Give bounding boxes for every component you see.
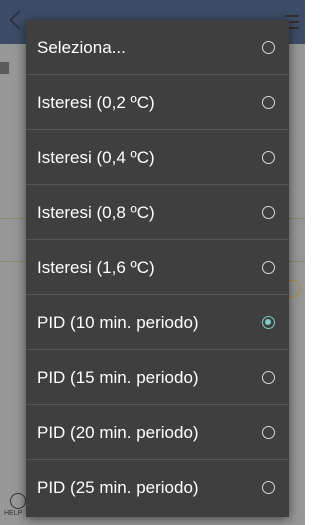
option-label: PID (20 min. periodo) xyxy=(37,423,199,442)
option-label: PID (10 min. periodo) xyxy=(37,313,199,332)
option-pid-15[interactable]: PID (15 min. periodo) xyxy=(26,350,289,405)
option-select[interactable]: Seleziona... xyxy=(26,20,289,75)
radio-button[interactable] xyxy=(262,426,275,439)
option-label: Isteresi (0,8 ºC) xyxy=(37,203,155,222)
screen: HELP Seleziona... Isteresi (0,2 ºC) Iste… xyxy=(0,0,305,525)
option-isteresi-0-8[interactable]: Isteresi (0,8 ºC) xyxy=(26,185,289,240)
option-isteresi-1-6[interactable]: Isteresi (1,6 ºC) xyxy=(26,240,289,295)
radio-button[interactable] xyxy=(262,206,275,219)
side-tab-icon[interactable] xyxy=(0,62,9,74)
radio-button[interactable] xyxy=(262,261,275,274)
help-icon xyxy=(10,493,26,509)
radio-button[interactable] xyxy=(262,371,275,384)
option-pid-20[interactable]: PID (20 min. periodo) xyxy=(26,405,289,460)
radio-button[interactable] xyxy=(262,151,275,164)
option-label: Isteresi (0,2 ºC) xyxy=(37,93,155,112)
option-pid-25[interactable]: PID (25 min. periodo) xyxy=(26,460,289,515)
radio-button[interactable] xyxy=(262,96,275,109)
radio-button[interactable] xyxy=(262,41,275,54)
option-label: Seleziona... xyxy=(37,38,126,57)
option-isteresi-0-4[interactable]: Isteresi (0,4 ºC) xyxy=(26,130,289,185)
option-pid-10[interactable]: PID (10 min. periodo) xyxy=(26,295,289,350)
option-isteresi-0-2[interactable]: Isteresi (0,2 ºC) xyxy=(26,75,289,130)
radio-button-checked[interactable] xyxy=(262,316,275,329)
selection-dialog: Seleziona... Isteresi (0,2 ºC) Isteresi … xyxy=(26,20,289,517)
radio-button[interactable] xyxy=(262,481,275,494)
help-label: HELP xyxy=(4,510,23,517)
option-label: PID (25 min. periodo) xyxy=(37,478,199,497)
option-label: PID (15 min. periodo) xyxy=(37,368,199,387)
option-label: Isteresi (1,6 ºC) xyxy=(37,258,155,277)
option-label: Isteresi (0,4 ºC) xyxy=(37,148,155,167)
